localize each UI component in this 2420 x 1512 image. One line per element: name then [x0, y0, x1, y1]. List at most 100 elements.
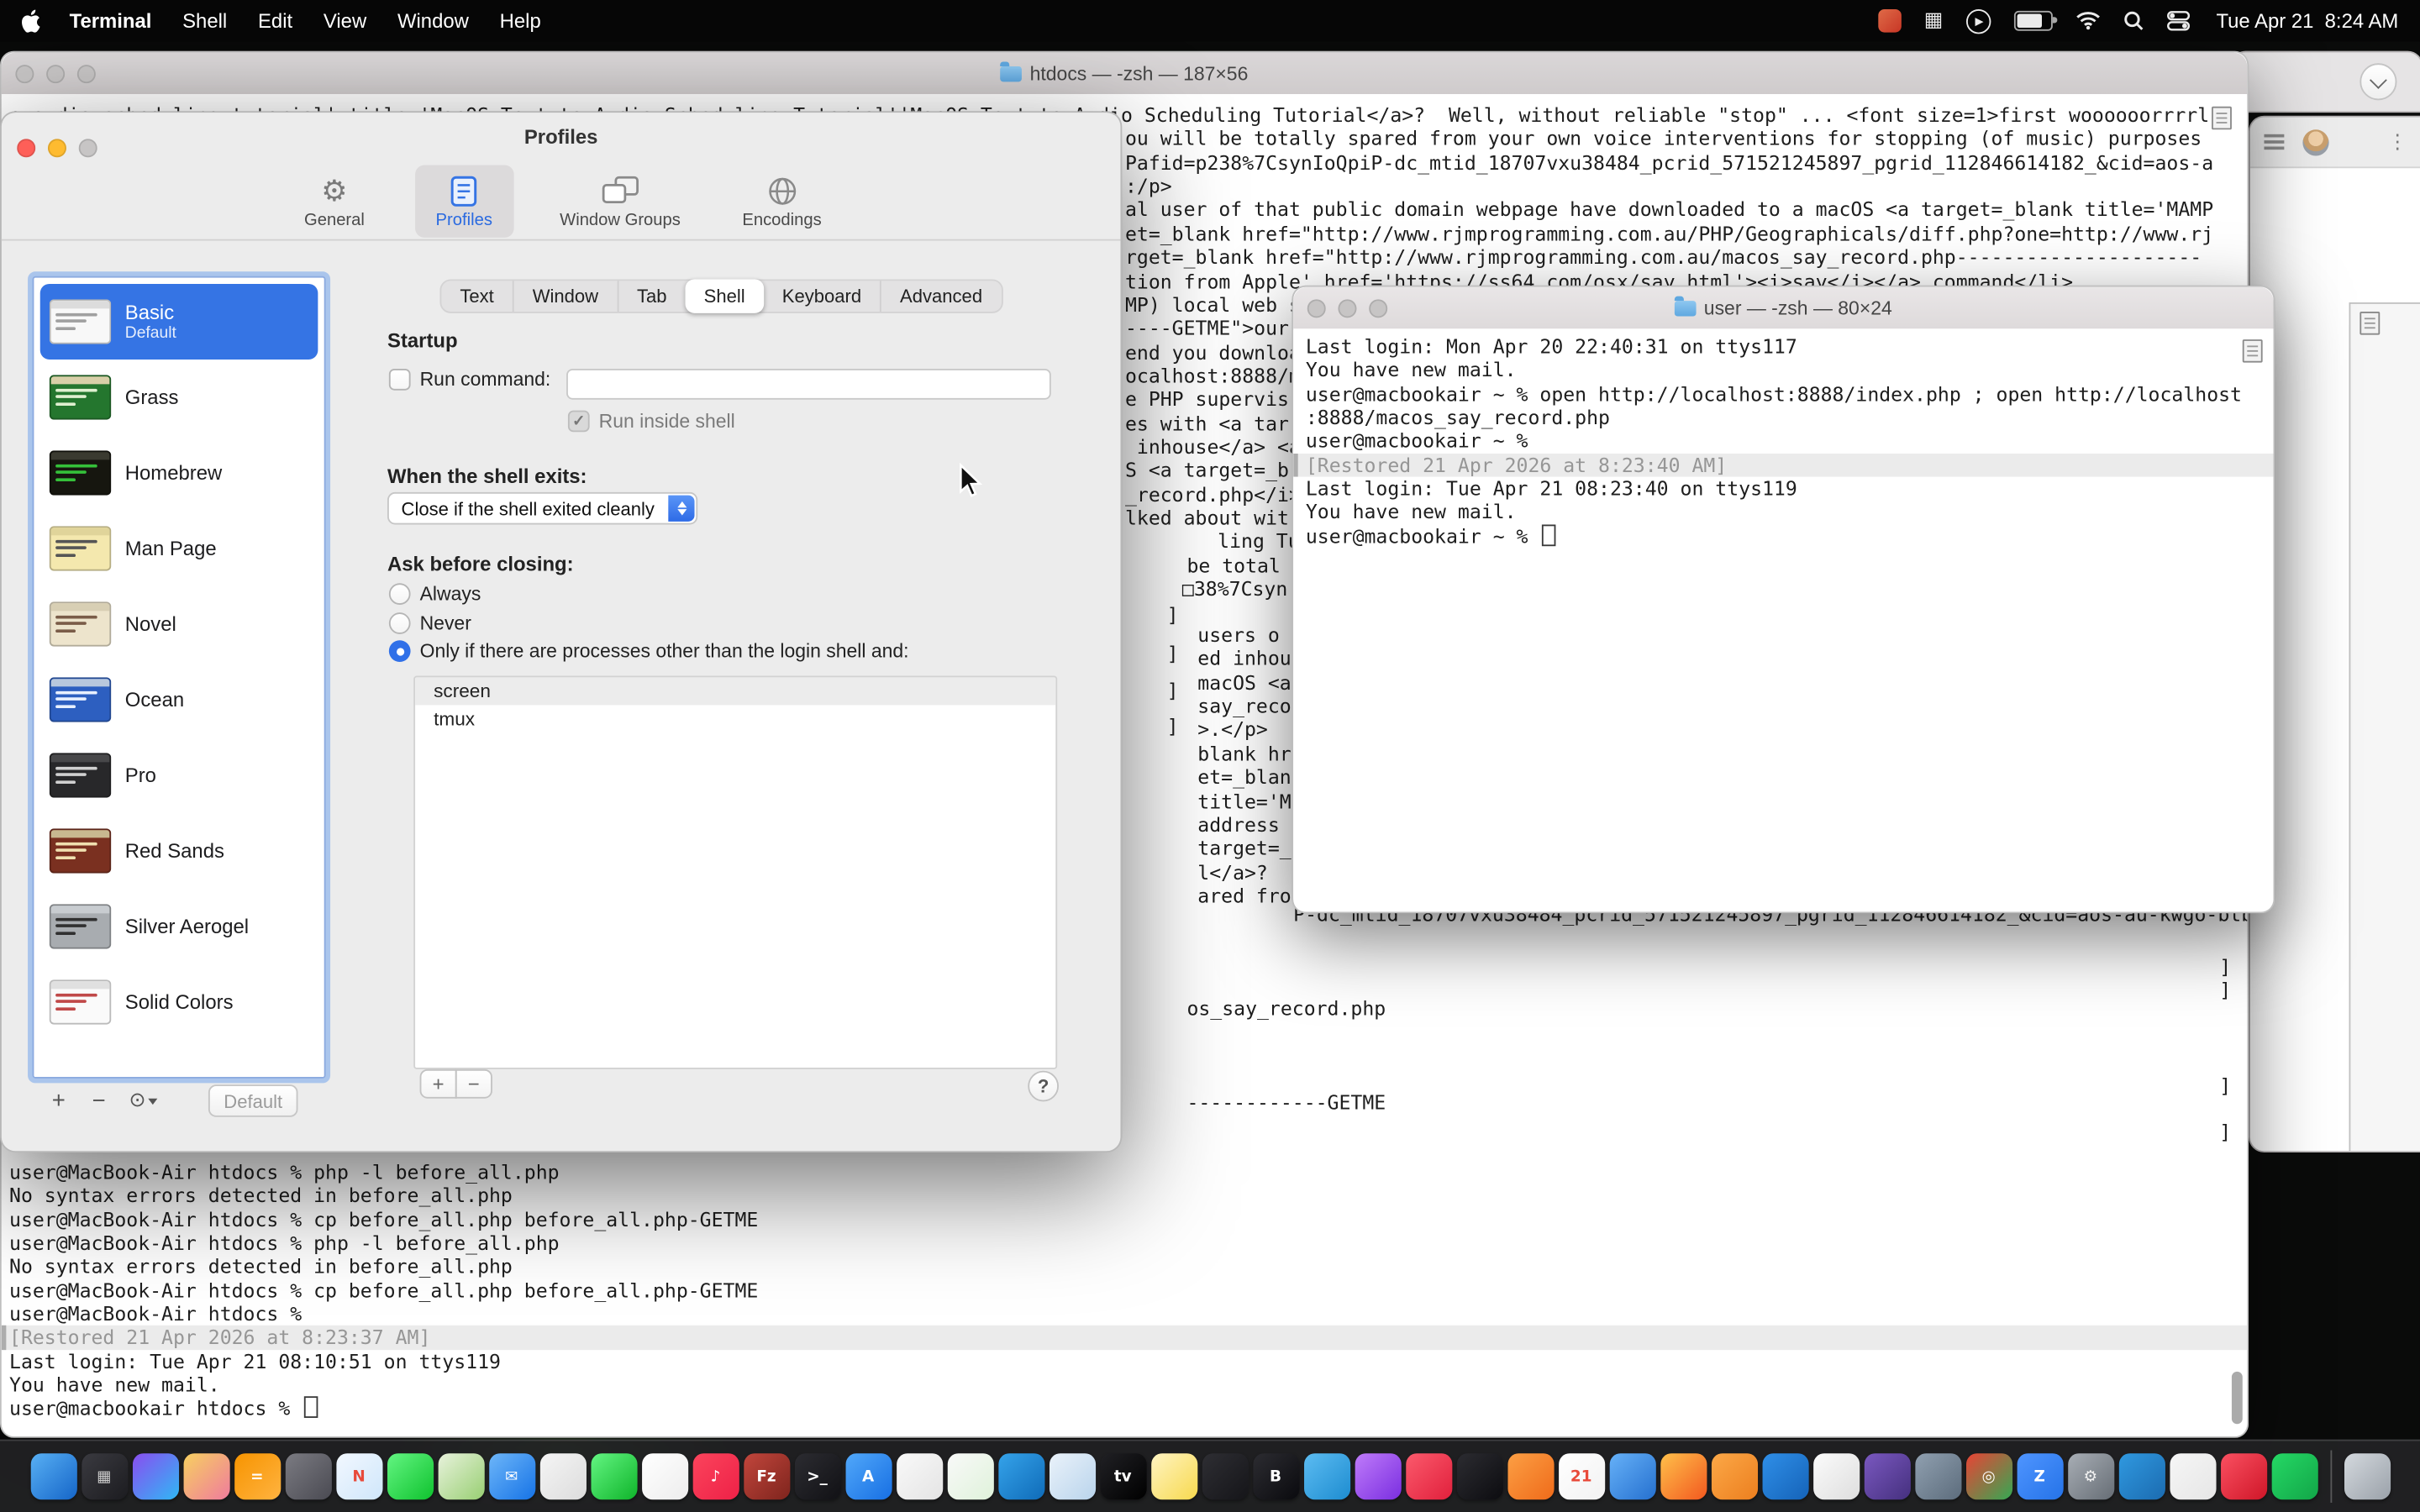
- apple-menu-icon[interactable]: [22, 8, 42, 33]
- battery-icon[interactable]: [2014, 11, 2053, 31]
- profile-row-ocean[interactable]: Ocean: [40, 662, 318, 738]
- profile-row-man-page[interactable]: Man Page: [40, 511, 318, 586]
- profile-row-novel[interactable]: Novel: [40, 586, 318, 662]
- dock-icon-calendar[interactable]: 21: [1558, 1453, 1604, 1499]
- dock-icon-maps[interactable]: [438, 1453, 484, 1499]
- tab-keyboard[interactable]: Keyboard: [764, 281, 880, 312]
- dock-icon-vscode[interactable]: [1762, 1453, 1808, 1499]
- run-command-checkbox[interactable]: [389, 369, 411, 391]
- dock-icon-photos[interactable]: [183, 1453, 229, 1499]
- dock-icon-system-settings[interactable]: ⚙: [2067, 1453, 2113, 1499]
- profile-actions-menu-button[interactable]: ⊙: [118, 1086, 168, 1116]
- zoom-button[interactable]: [1369, 298, 1387, 317]
- shell-exit-popup[interactable]: Close if the shell exited cleanly: [387, 492, 697, 525]
- dock-icon-spotify[interactable]: [2271, 1453, 2317, 1499]
- dock-icon-github-desktop[interactable]: [1864, 1453, 1910, 1499]
- remove-profile-button[interactable]: −: [79, 1086, 119, 1116]
- toolbar-profiles[interactable]: Profiles: [414, 165, 513, 238]
- dock-icon-telegram[interactable]: [1303, 1453, 1349, 1499]
- add-profile-button[interactable]: +: [39, 1086, 79, 1116]
- dock-icon-trash[interactable]: [2344, 1453, 2390, 1499]
- dock-icon-pages[interactable]: [896, 1453, 942, 1499]
- dock-icon-news[interactable]: [1405, 1453, 1451, 1499]
- dock-icon-stocks[interactable]: [1456, 1453, 1502, 1499]
- dock-icon-messages[interactable]: [387, 1453, 433, 1499]
- dock-icon-terminal-app[interactable]: >_: [794, 1453, 840, 1499]
- radio-only-if[interactable]: [389, 640, 411, 662]
- dock-icon-preview[interactable]: [1049, 1453, 1095, 1499]
- dock-icon-books[interactable]: [1507, 1453, 1554, 1499]
- dock-icon-tv[interactable]: tv: [1100, 1453, 1146, 1499]
- process-row-screen[interactable]: screen: [415, 677, 1055, 705]
- dock-icon-numbers[interactable]: [947, 1453, 993, 1499]
- process-row-tmux[interactable]: tmux: [415, 705, 1055, 732]
- profile-row-silver-aerogel[interactable]: Silver Aerogel: [40, 889, 318, 964]
- close-button[interactable]: [1307, 298, 1326, 317]
- more-options-icon[interactable]: ⋮: [2387, 130, 2407, 154]
- dock-icon-launchpad[interactable]: ▦: [81, 1453, 127, 1499]
- dock-icon-docker[interactable]: [2118, 1453, 2165, 1499]
- toolbar-encodings[interactable]: Encodings: [727, 165, 837, 238]
- dock-icon-home[interactable]: [1711, 1453, 1757, 1499]
- menu-shell[interactable]: Shell: [167, 9, 243, 33]
- keyboard-brightness-icon[interactable]: ▦: [1924, 9, 1944, 33]
- profile-list[interactable]: BasicDefaultGrassHomebrewMan PageNovelOc…: [33, 276, 326, 1079]
- terminal-window-user[interactable]: user — -zsh — 80×24 Last login: Mon Apr …: [1292, 286, 2275, 914]
- scrollbar-thumb[interactable]: [2232, 1372, 2243, 1424]
- radio-never[interactable]: [389, 612, 411, 634]
- app-badge-icon[interactable]: [1878, 9, 1902, 33]
- remove-process-button[interactable]: −: [455, 1069, 492, 1099]
- dock-icon-safari[interactable]: N: [335, 1453, 381, 1499]
- dock-icon-chrome[interactable]: ◎: [1965, 1453, 2012, 1499]
- dock-icon-app-store[interactable]: A: [845, 1453, 892, 1499]
- tab-advanced[interactable]: Advanced: [880, 281, 1001, 312]
- control-center-icon[interactable]: [2167, 11, 2191, 31]
- dock-icon-finder[interactable]: [30, 1453, 76, 1499]
- profile-row-solid-colors[interactable]: Solid Colors: [40, 964, 318, 1040]
- dock-icon-opera[interactable]: [2220, 1453, 2266, 1499]
- dock-icon-keynote[interactable]: [997, 1453, 1044, 1499]
- profile-row-basic[interactable]: BasicDefault: [40, 284, 318, 360]
- tab-tab[interactable]: Tab: [617, 281, 685, 312]
- dock-icon-contacts[interactable]: [539, 1453, 586, 1499]
- menu-view[interactable]: View: [308, 9, 382, 33]
- dock-icon-notes[interactable]: [1150, 1453, 1197, 1499]
- radio-always[interactable]: [389, 583, 411, 605]
- help-button[interactable]: ?: [1028, 1071, 1059, 1102]
- menu-app-name[interactable]: Terminal: [54, 9, 166, 33]
- zoom-button[interactable]: [77, 64, 96, 82]
- dock-icon-siri[interactable]: [132, 1453, 178, 1499]
- user-titlebar[interactable]: user — -zsh — 80×24: [1293, 287, 2273, 330]
- dock-icon-mail[interactable]: ✉: [488, 1453, 534, 1499]
- profile-row-pro[interactable]: Pro: [40, 738, 318, 813]
- run-command-input[interactable]: [566, 369, 1051, 400]
- tab-text[interactable]: Text: [441, 281, 513, 312]
- profile-row-red-sands[interactable]: Red Sands: [40, 813, 318, 889]
- play-circle-icon[interactable]: ▶: [1966, 8, 1991, 33]
- user-terminal-content[interactable]: Last login: Mon Apr 20 22:40:31 on ttys1…: [1293, 328, 2273, 911]
- dock-icon-bbedit[interactable]: B: [1253, 1453, 1299, 1499]
- dock-icon-slack[interactable]: [2170, 1453, 2216, 1499]
- dock-icon-filezilla[interactable]: Fz: [743, 1453, 789, 1499]
- menu-bar-clock[interactable]: Tue Apr 21 8:24 AM: [2216, 9, 2398, 33]
- close-button[interactable]: [15, 64, 34, 82]
- wifi-icon[interactable]: [2075, 11, 2100, 31]
- menu-window[interactable]: Window: [382, 9, 485, 33]
- menu-help[interactable]: Help: [484, 9, 556, 33]
- add-process-button[interactable]: +: [420, 1069, 457, 1099]
- dock-icon-music[interactable]: ♪: [692, 1453, 739, 1499]
- minimize-button[interactable]: [1338, 298, 1356, 317]
- dock-icon-photo-booth[interactable]: [1202, 1453, 1248, 1499]
- dock-icon-facetime[interactable]: [591, 1453, 637, 1499]
- toolbar-general[interactable]: ⚙General: [285, 165, 384, 238]
- tab-shell[interactable]: Shell: [686, 279, 764, 312]
- dock-icon-weather[interactable]: [1609, 1453, 1655, 1499]
- toolbar-window-groups[interactable]: Window Groups: [544, 165, 696, 238]
- process-list[interactable]: screentmux: [413, 675, 1057, 1068]
- dock-icon-image-capture[interactable]: [1914, 1453, 1960, 1499]
- dock-icon-textedit[interactable]: [1812, 1453, 1859, 1499]
- dock-icon-firefox[interactable]: [1660, 1453, 1706, 1499]
- dock-icon-zoom[interactable]: Z: [2017, 1453, 2063, 1499]
- dock-icon-mission-control[interactable]: [285, 1453, 331, 1499]
- tab-window[interactable]: Window: [513, 281, 617, 312]
